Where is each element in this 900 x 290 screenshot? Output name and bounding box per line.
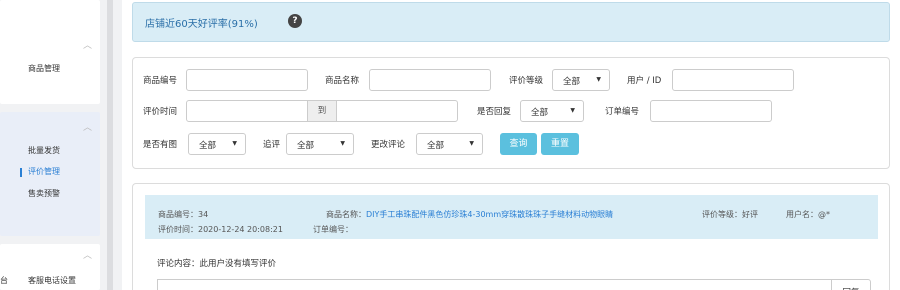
review-meta-line-1: 商品编号：34	[158, 209, 208, 220]
review-time-label: 评价时间	[143, 107, 178, 117]
caret-down-icon: ▼	[232, 140, 237, 147]
rating-value: 好评	[742, 210, 758, 219]
rating-level-value: 全部	[563, 77, 581, 87]
has-image-select[interactable]: 全部 ▼	[188, 133, 246, 155]
sidebar-item-sales-warning[interactable]: 售卖预警	[28, 188, 60, 199]
product-name-label: 商品名称：	[326, 210, 366, 219]
product-no-label: 商品编号	[143, 76, 178, 86]
main-content: 店铺近60天好评率(91%) ? 商品编号 商品名称 评价等级 全部 ▼ 用户 …	[122, 0, 900, 290]
username-value: @*	[818, 210, 830, 219]
review-time-start-input[interactable]	[186, 100, 308, 122]
sidebar-section-products: ︿ 商品管理	[0, 0, 100, 104]
chevron-up-icon[interactable]: ︿	[83, 248, 92, 261]
sidebar: ︿ 商品管理 ︿ 批量发货 评价管理 售卖预警 ︿ 台 客服电话设置	[0, 0, 120, 290]
sidebar-section-orders: ︿ 批量发货 评价管理 售卖预警	[0, 112, 100, 236]
date-range-to: 到	[308, 100, 336, 122]
active-indicator	[20, 168, 22, 177]
caret-down-icon: ▼	[340, 140, 345, 147]
sidebar-item-batch-shipping[interactable]: 批量发货	[28, 145, 60, 156]
product-name-link[interactable]: DIY手工串珠配件黑色仿珍珠4-30mm穿珠散珠珠子手缝材料动物眼睛	[366, 210, 613, 219]
review-content-label: 评论内容：	[157, 259, 200, 269]
rating-label: 评价等级：	[702, 210, 742, 219]
reply-input[interactable]	[157, 279, 831, 290]
product-no-label: 商品编号：	[158, 210, 198, 219]
product-name-label: 商品名称	[325, 76, 360, 86]
sidebar-item-product-management[interactable]: 商品管理	[28, 63, 60, 74]
followup-label: 追评	[263, 140, 281, 150]
caret-down-icon: ▼	[469, 140, 474, 147]
product-name-line: 商品名称：DIY手工串珠配件黑色仿珍珠4-30mm穿珠散珠珠子手缝材料动物眼睛	[326, 209, 613, 220]
replied-value: 全部	[531, 108, 549, 118]
changed-review-label: 更改评论	[371, 140, 406, 150]
rating-level-select[interactable]: 全部 ▼	[552, 69, 610, 91]
replied-label: 是否回复	[477, 107, 512, 117]
review-time-line: 评价时间：2020-12-24 20:08:21	[158, 224, 283, 235]
review-time-end-input[interactable]	[336, 100, 458, 122]
product-no-value: 34	[198, 210, 209, 219]
help-icon[interactable]: ?	[288, 14, 302, 28]
sidebar-item-review-management[interactable]: 评价管理	[28, 166, 60, 177]
reply-button[interactable]: 回复	[831, 279, 871, 290]
replied-select[interactable]: 全部 ▼	[520, 100, 584, 122]
caret-down-icon: ▼	[596, 76, 601, 83]
order-no-label: 订单编号	[605, 107, 640, 117]
review-time-value: 2020-12-24 20:08:21	[198, 225, 283, 234]
reset-button[interactable]: 重置	[541, 133, 579, 155]
changed-review-select[interactable]: 全部 ▼	[416, 133, 483, 155]
username-line: 用户名：@*	[786, 209, 830, 220]
order-no-label: 订单编号：	[313, 225, 353, 234]
has-image-label: 是否有图	[143, 140, 178, 150]
chevron-up-icon[interactable]: ︿	[83, 120, 92, 133]
user-id-input[interactable]	[672, 69, 794, 91]
review-content: 评论内容：此用户没有填写评价	[157, 257, 276, 269]
sidebar-item-service-phone[interactable]: 客服电话设置	[28, 275, 76, 286]
review-header: 商品编号：34 商品名称：DIY手工串珠配件黑色仿珍珠4-30mm穿珠散珠珠子手…	[145, 195, 878, 239]
query-button[interactable]: 查询	[500, 133, 537, 155]
positive-rate-text: 店铺近60天好评率(91%)	[145, 19, 258, 30]
sidebar-item-clipped[interactable]: 台	[0, 275, 8, 286]
product-name-input[interactable]	[369, 69, 491, 91]
filter-panel: 商品编号 商品名称 评价等级 全部 ▼ 用户 / ID 评价时间 到 是否回复 …	[132, 57, 890, 169]
review-content-text: 此用户没有填写评价	[199, 259, 277, 269]
user-id-label: 用户 / ID	[627, 76, 662, 86]
username-label: 用户名：	[786, 210, 818, 219]
product-no-input[interactable]	[186, 69, 308, 91]
caret-down-icon: ▼	[570, 107, 575, 114]
rating-line: 评价等级：好评	[702, 209, 758, 220]
changed-review-value: 全部	[427, 141, 445, 151]
sidebar-scrollbar[interactable]	[107, 0, 113, 290]
order-no-line: 订单编号：	[313, 224, 353, 235]
order-no-input[interactable]	[650, 100, 772, 122]
rating-banner: 店铺近60天好评率(91%) ?	[132, 2, 890, 42]
review-time-label: 评价时间：	[158, 225, 198, 234]
review-card: 商品编号：34 商品名称：DIY手工串珠配件黑色仿珍珠4-30mm穿珠散珠珠子手…	[132, 183, 890, 290]
chevron-up-icon[interactable]: ︿	[83, 38, 92, 51]
followup-value: 全部	[297, 141, 315, 151]
followup-select[interactable]: 全部 ▼	[286, 133, 354, 155]
sidebar-section-service: ︿ 台 客服电话设置	[0, 244, 100, 290]
rating-level-label: 评价等级	[509, 76, 544, 86]
has-image-value: 全部	[199, 141, 217, 151]
